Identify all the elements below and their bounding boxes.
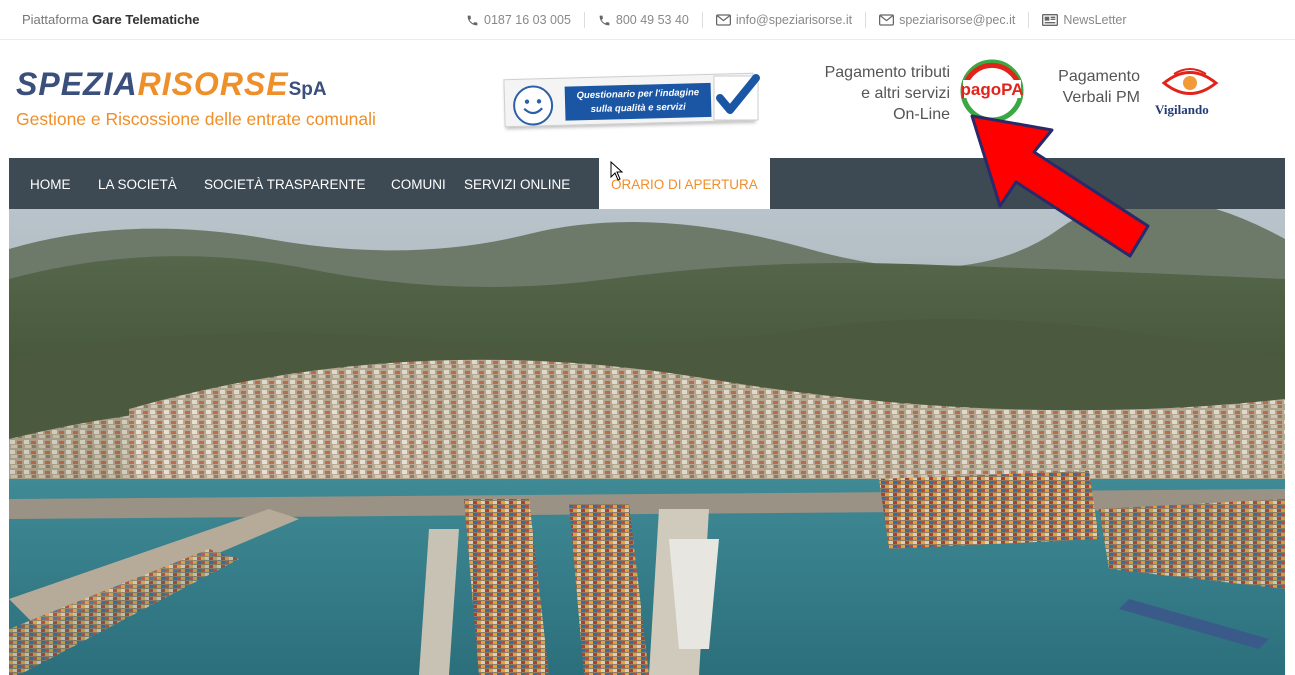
platform-name: Gare Telematiche [92,12,200,27]
nav-item-orario-di-apertura[interactable]: ORARIO DI APERTURA [599,158,770,209]
gare-telematiche-link[interactable]: Piattaforma Gare Telematiche [22,12,200,27]
pagopa-line-2: e altri servizi [861,85,950,102]
mouse-cursor-icon [610,161,624,181]
phone-icon [467,15,478,25]
logo-part-2: RISORSE [137,66,289,102]
logo-part-3: SpA [288,79,327,100]
logo-tagline: Gestione e Riscossione delle entrate com… [16,109,376,129]
nav-item-societa-trasparente[interactable]: SOCIETÀ TRASPARENTE [204,158,366,209]
contact-email-info[interactable]: info@speziarisorse.it [701,12,865,28]
contact-text: speziarisorse@pec.it [899,13,1016,27]
logo-wordmark: SPEZIARISORSESpA [16,67,376,107]
contact-text: NewsLetter [1063,13,1127,27]
nav-item-servizi-online[interactable]: SERVIZI ONLINE [464,158,570,209]
pagopa-logo-text: pagoPA [961,80,1024,99]
contact-text: 0187 16 03 005 [484,13,571,27]
pagopa-link[interactable]: Pagamento tributi e altri servizi On-Lin… [790,62,950,125]
nav-item-home[interactable]: HOME [30,158,71,209]
checkmark-icon [713,74,760,121]
contact-text: 800 49 53 40 [615,13,689,27]
nav-item-comuni[interactable]: COMUNI [391,158,446,209]
verbali-line-2: Verbali PM [1062,89,1140,106]
logo-part-1: SPEZIA [16,66,138,102]
mail-icon [715,14,731,26]
questionnaire-banner[interactable]: Questionario per l'indagine sulla qualit… [503,70,762,130]
phone-icon [599,15,610,25]
verbali-link[interactable]: Pagamento Verbali PM [1040,66,1140,108]
pagopa-line-3: On-Line [893,106,950,123]
contact-text: info@speziarisorse.it [735,13,853,27]
newspaper-icon [1042,14,1059,26]
contact-email-pec[interactable]: speziarisorse@pec.it [865,12,1028,28]
eye-icon [1161,68,1219,95]
top-bar: Piattaforma Gare Telematiche 0187 16 03 … [0,0,1295,40]
mail-icon [879,14,895,26]
nav-item-la-societa[interactable]: LA SOCIETÀ [98,158,177,209]
smiley-icon [512,84,554,127]
contact-phone-2[interactable]: 800 49 53 40 [583,12,702,28]
platform-prefix: Piattaforma [22,12,89,27]
pagopa-line-1: Pagamento tributi [824,64,950,81]
contact-list: 0187 16 03 005 800 49 53 40 info@speziar… [466,12,1140,28]
site-logo[interactable]: SPEZIARISORSESpA Gestione e Riscossione … [16,67,376,130]
newsletter-link[interactable]: NewsLetter [1028,12,1139,28]
hero-image [9,209,1285,675]
red-arrow-annotation [970,114,1150,258]
questionnaire-label: Questionario per l'indagine sulla qualit… [564,82,712,121]
verbali-line-1: Pagamento [1058,68,1140,85]
contact-phone-1[interactable]: 0187 16 03 005 [466,12,584,28]
